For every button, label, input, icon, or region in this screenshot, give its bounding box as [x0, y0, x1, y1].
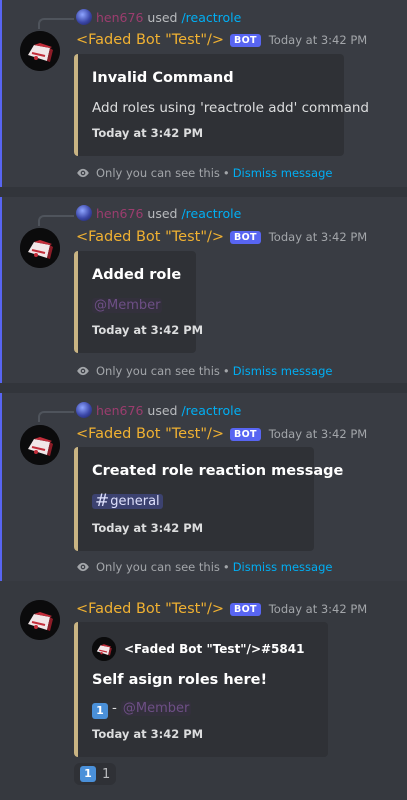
dismiss-message-link[interactable]: Dismiss message	[233, 364, 333, 378]
message-header: <Faded Bot "Test"/> BOT Today at 3:42 PM	[76, 424, 367, 444]
bot-badge: BOT	[230, 602, 261, 616]
embed: Added role @Member Today at 3:42 PM	[74, 251, 203, 353]
user-avatar-icon	[76, 205, 92, 221]
dismiss-message-link[interactable]: Dismiss message	[233, 166, 333, 180]
bot-badge: BOT	[230, 427, 261, 441]
bot-badge: BOT	[230, 230, 261, 244]
timestamp[interactable]: Today at 3:42 PM	[269, 230, 367, 244]
embed-footer-timestamp: Today at 3:42 PM	[92, 126, 204, 140]
ephemeral-separator: •	[222, 364, 230, 378]
bot-avatar-icon[interactable]	[20, 31, 60, 71]
bot-avatar-icon[interactable]	[20, 600, 60, 640]
reply-reference[interactable]: hen676 used /reactrole	[76, 9, 241, 25]
embed: <Faded Bot "Test"/>#5841 Self asign role…	[74, 622, 328, 757]
bot-avatar-icon	[92, 637, 116, 661]
eye-icon	[76, 166, 90, 180]
embed-title: Invalid Command	[92, 70, 234, 86]
role-mention[interactable]: @Member	[120, 701, 192, 716]
eye-icon	[76, 560, 90, 574]
embed-description: Add roles using 'reactrole add' command	[92, 100, 369, 116]
bot-avatar-icon[interactable]	[20, 228, 60, 268]
embed-footer-timestamp: Today at 3:42 PM	[92, 521, 204, 535]
dismiss-message-link[interactable]: Dismiss message	[233, 560, 333, 574]
reply-connector	[38, 411, 74, 422]
timestamp[interactable]: Today at 3:42 PM	[269, 33, 367, 47]
message-4: <Faded Bot "Test"/> BOT Today at 3:42 PM…	[0, 581, 407, 800]
reply-username[interactable]: hen676	[96, 206, 143, 221]
reply-command[interactable]: /reactrole	[181, 206, 241, 221]
message-header: <Faded Bot "Test"/> BOT Today at 3:42 PM	[76, 599, 367, 619]
embed: Created role reaction message #general T…	[74, 447, 343, 551]
embed-footer-timestamp: Today at 3:42 PM	[92, 727, 204, 741]
separator-dash: -	[112, 700, 117, 716]
reply-command[interactable]: /reactrole	[181, 403, 241, 418]
user-avatar-icon	[76, 9, 92, 25]
reaction-button[interactable]: 1 1	[74, 763, 117, 785]
reply-used-label: used	[147, 205, 178, 221]
timestamp[interactable]: Today at 3:42 PM	[269, 602, 367, 616]
embed-description: @Member	[92, 297, 163, 313]
reply-used-label: used	[147, 402, 178, 418]
channel-mention[interactable]: #general	[92, 491, 163, 511]
embed: Invalid Command Add roles using 'reactro…	[74, 54, 369, 156]
ephemeral-text: Only you can see this	[96, 560, 220, 574]
reply-command[interactable]: /reactrole	[181, 10, 241, 25]
role-mention[interactable]: @Member	[92, 298, 163, 313]
reply-username[interactable]: hen676	[96, 403, 143, 418]
bot-username[interactable]: <Faded Bot "Test"/>	[76, 229, 224, 245]
embed-description: 1- @Member	[92, 700, 192, 719]
reply-reference[interactable]: hen676 used /reactrole	[76, 205, 241, 221]
ephemeral-text: Only you can see this	[96, 166, 220, 180]
ephemeral-notice: Only you can see this • Dismiss message	[76, 363, 332, 379]
ephemeral-notice: Only you can see this • Dismiss message	[76, 559, 332, 575]
embed-title: Self asign roles here!	[92, 672, 268, 688]
embed-footer-timestamp: Today at 3:42 PM	[92, 323, 204, 337]
message-1: hen676 used /reactrole <Faded Bot "Test"…	[0, 0, 407, 187]
reaction-count: 1	[102, 766, 111, 782]
keycap-one-emoji: 1	[92, 703, 108, 719]
bot-username[interactable]: <Faded Bot "Test"/>	[76, 426, 224, 442]
bot-username[interactable]: <Faded Bot "Test"/>	[76, 601, 224, 617]
channel-name: general	[110, 494, 160, 509]
timestamp[interactable]: Today at 3:42 PM	[269, 427, 367, 441]
bot-avatar-icon[interactable]	[20, 425, 60, 465]
message-2: hen676 used /reactrole <Faded Bot "Test"…	[0, 197, 407, 383]
channel-hash: #	[95, 491, 110, 511]
message-header: <Faded Bot "Test"/> BOT Today at 3:42 PM	[76, 227, 367, 247]
embed-author-name[interactable]: <Faded Bot "Test"/>#5841	[124, 642, 304, 656]
message-3: hen676 used /reactrole <Faded Bot "Test"…	[0, 393, 407, 581]
embed-title: Added role	[92, 267, 182, 283]
embed-description: #general	[92, 491, 163, 511]
keycap-one-emoji: 1	[80, 766, 96, 782]
user-avatar-icon	[76, 402, 92, 418]
ephemeral-notice: Only you can see this • Dismiss message	[76, 165, 332, 181]
eye-icon	[76, 364, 90, 378]
reply-connector	[38, 215, 74, 226]
reply-connector	[38, 18, 74, 29]
ephemeral-separator: •	[222, 560, 230, 574]
bot-badge: BOT	[230, 33, 261, 47]
embed-author: <Faded Bot "Test"/>#5841	[92, 637, 304, 661]
bot-username[interactable]: <Faded Bot "Test"/>	[76, 32, 224, 48]
message-header: <Faded Bot "Test"/> BOT Today at 3:42 PM	[76, 30, 367, 50]
reply-username[interactable]: hen676	[96, 10, 143, 25]
ephemeral-text: Only you can see this	[96, 364, 220, 378]
ephemeral-separator: •	[222, 166, 230, 180]
reply-reference[interactable]: hen676 used /reactrole	[76, 402, 241, 418]
reply-used-label: used	[147, 9, 178, 25]
embed-title: Created role reaction message	[92, 463, 344, 479]
